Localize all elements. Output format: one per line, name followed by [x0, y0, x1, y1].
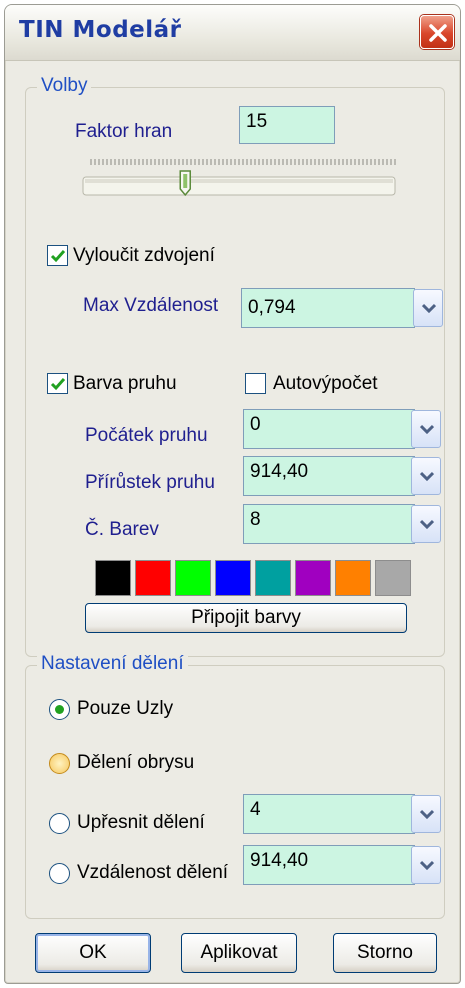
color-swatch[interactable]: [215, 560, 251, 596]
chevron-down-icon: [422, 303, 436, 313]
c-barev-input[interactable]: 8: [243, 504, 415, 544]
max-vzdalenost-dropdown[interactable]: [413, 289, 443, 327]
color-swatch[interactable]: [335, 560, 371, 596]
close-icon: [429, 24, 447, 42]
pocatek-pruhu-label: Počátek pruhu: [85, 425, 208, 446]
volby-group-label: Volby: [37, 75, 92, 97]
upresnit-deleni-label[interactable]: Upřesnit dělení: [77, 812, 205, 834]
storno-button[interactable]: Storno: [333, 933, 437, 973]
upresnit-deleni-radio[interactable]: [49, 813, 70, 834]
slider-thumb[interactable]: [179, 170, 191, 197]
color-swatch[interactable]: [295, 560, 331, 596]
aplikovat-button[interactable]: Aplikovat: [181, 933, 297, 973]
chevron-down-icon: [420, 471, 434, 481]
check-icon: [50, 250, 66, 263]
vzdalenost-deleni-radio[interactable]: [49, 863, 70, 884]
chevron-down-icon: [420, 809, 434, 819]
check-icon: [50, 378, 66, 391]
color-swatch[interactable]: [375, 560, 411, 596]
vyloucit-zdvojeni-checkbox[interactable]: [47, 245, 68, 266]
prirustek-pruhu-dropdown[interactable]: [411, 457, 441, 495]
color-swatch[interactable]: [255, 560, 291, 596]
chevron-down-icon: [420, 424, 434, 434]
tin-modelar-dialog: TIN Modelář Volby Faktor hran 15 Vylouči…: [4, 4, 461, 984]
chevron-down-icon: [420, 860, 434, 870]
color-swatch[interactable]: [175, 560, 211, 596]
vzdalenost-deleni-dropdown[interactable]: [411, 846, 441, 884]
faktor-hran-slider[interactable]: [79, 155, 399, 207]
vyloucit-zdvojeni-label[interactable]: Vyloučit zdvojení: [73, 245, 215, 267]
ok-button[interactable]: OK: [35, 933, 151, 973]
vzdalenost-deleni-input[interactable]: 914,40: [243, 845, 415, 885]
max-vzdalenost-label: Max Vzdálenost: [83, 295, 219, 316]
vzdalenost-deleni-label[interactable]: Vzdálenost dělení: [77, 862, 228, 884]
pouze-uzly-label[interactable]: Pouze Uzly: [77, 698, 173, 720]
pocatek-pruhu-dropdown[interactable]: [411, 410, 441, 448]
prirustek-pruhu-input[interactable]: 914,40: [243, 456, 415, 496]
upresnit-deleni-input[interactable]: 4: [243, 794, 415, 834]
chevron-down-icon: [420, 519, 434, 529]
c-barev-dropdown[interactable]: [411, 505, 441, 543]
pouze-uzly-radio[interactable]: [49, 699, 70, 720]
deleni-obrysu-label[interactable]: Dělení obrysu: [77, 752, 194, 774]
pocatek-pruhu-input[interactable]: 0: [243, 409, 415, 449]
upresnit-deleni-dropdown[interactable]: [411, 795, 441, 833]
max-vzdalenost-input[interactable]: 0,794: [241, 288, 415, 328]
autovypocet-label[interactable]: Autovýpočet: [273, 373, 378, 395]
pripojit-barvy-button[interactable]: Připojit barvy: [85, 603, 407, 633]
deleni-obrysu-radio[interactable]: [49, 753, 70, 774]
barva-pruhu-checkbox[interactable]: [47, 373, 68, 394]
c-barev-label: Č. Barev: [85, 519, 159, 540]
nastaveni-deleni-group-label: Nastavení dělení: [37, 653, 188, 675]
barva-pruhu-label[interactable]: Barva pruhu: [73, 373, 177, 395]
close-button[interactable]: [420, 15, 454, 49]
faktor-hran-input[interactable]: 15: [239, 106, 335, 144]
autovypocet-checkbox[interactable]: [245, 373, 266, 394]
color-swatch[interactable]: [135, 560, 171, 596]
title-bar[interactable]: TIN Modelář: [5, 5, 460, 61]
color-swatch[interactable]: [95, 560, 131, 596]
prirustek-pruhu-label: Přírůstek pruhu: [85, 472, 215, 493]
window-title: TIN Modelář: [19, 17, 182, 43]
slider-ticks: [90, 159, 396, 165]
faktor-hran-label: Faktor hran: [75, 121, 173, 142]
